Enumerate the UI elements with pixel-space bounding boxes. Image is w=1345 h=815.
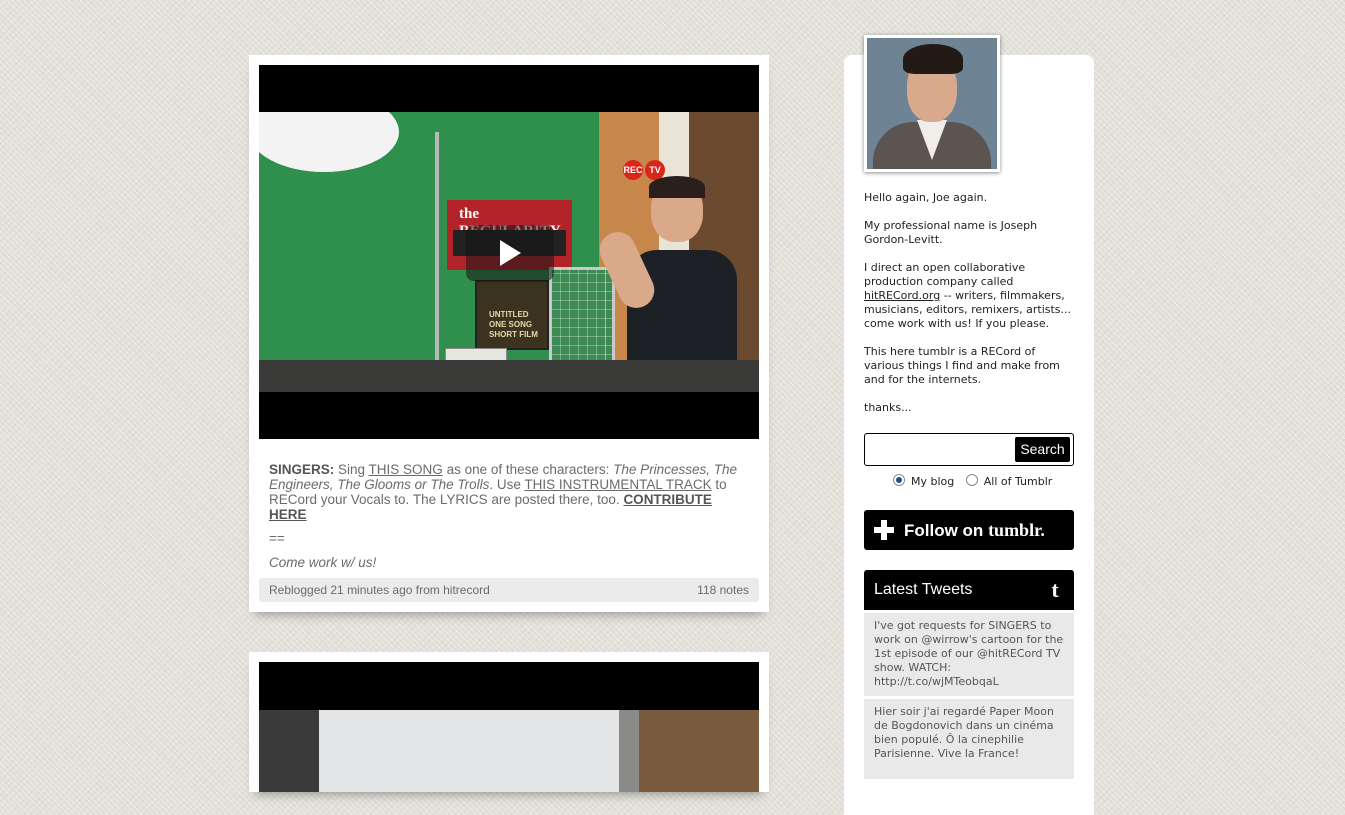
latest-tweets-header: Latest Tweets t: [864, 570, 1074, 610]
tumblr-brand: tumblr.: [988, 520, 1045, 540]
bio-line: thanks...: [864, 401, 912, 414]
bio-line: Hello again, Joe again.: [864, 191, 988, 204]
tweet-text: I've got requests for SINGERS to work on…: [874, 619, 1064, 688]
radio-selected-icon[interactable]: [893, 474, 905, 486]
caption-divider: ==: [269, 531, 285, 546]
caption-text: . Use: [489, 477, 525, 492]
post-card: RECTV the REGULARITY UNTITLED ONE SONG S…: [249, 55, 769, 612]
studio-light: [259, 112, 399, 172]
plus-icon: [874, 520, 894, 540]
avatar-hair: [903, 44, 963, 74]
post-meta: Reblogged 21 minutes ago from hitrecord …: [259, 578, 759, 602]
light-stand: [435, 132, 439, 392]
post-card: [249, 652, 769, 792]
avatar-photo: [867, 38, 997, 169]
bio-line: I direct an open collaborative productio…: [864, 261, 1076, 331]
floor: [259, 360, 759, 392]
bio-line: My professional name is Joseph Gordon-Le…: [864, 219, 1038, 246]
post-caption: SINGERS: Sing THIS SONG as one of these …: [269, 462, 749, 579]
video-player[interactable]: RECTV the REGULARITY UNTITLED ONE SONG S…: [259, 65, 759, 439]
avatar[interactable]: [864, 35, 1000, 172]
caption-paragraph: SINGERS: Sing THIS SONG as one of these …: [269, 462, 749, 522]
latest-tweets-title: Latest Tweets: [874, 581, 973, 598]
radio-my-blog[interactable]: My blog: [893, 474, 955, 488]
bio-text: I direct an open collaborative productio…: [864, 261, 1026, 288]
caption-closing: Come work w/ us!: [269, 555, 749, 570]
tweet-item[interactable]: Hier soir j'ai regardé Paper Moon de Bog…: [864, 699, 1074, 779]
tweet-item[interactable]: I've got requests for SINGERS to work on…: [864, 613, 1074, 696]
radio-label: My blog: [911, 475, 955, 488]
film-poster: UNTITLED ONE SONG SHORT FILM: [475, 280, 549, 350]
caption-text: Sing: [334, 462, 369, 477]
person-hair: [649, 176, 705, 198]
notes-count[interactable]: 118 notes: [697, 578, 749, 602]
radio-all-of-tumblr[interactable]: All of Tumblr: [965, 474, 1053, 488]
search-box: Search: [864, 433, 1074, 466]
hitrecord-link[interactable]: hitRECord.org: [864, 289, 940, 302]
tweet-text: Hier soir j'ai regardé Paper Moon de Bog…: [874, 705, 1054, 760]
follow-text: Follow on: [904, 521, 984, 540]
rec-logo-text: REC: [623, 160, 643, 181]
caption-lead: SINGERS:: [269, 462, 335, 477]
search-scope: My blog All of Tumblr: [893, 474, 1083, 488]
blog-description: Hello again, Joe again. My professional …: [864, 191, 1076, 429]
this-song-link[interactable]: THIS SONG: [369, 462, 443, 477]
search-input[interactable]: [869, 438, 1013, 461]
twitter-icon[interactable]: t: [1044, 577, 1066, 603]
poster-text: UNTITLED ONE SONG SHORT FILM: [489, 310, 538, 339]
caption-text: as one of these characters:: [442, 462, 614, 477]
follow-on-tumblr-button[interactable]: Follow on tumblr.: [864, 510, 1074, 550]
video-thumbnail: [259, 710, 759, 792]
radio-label: All of Tumblr: [983, 475, 1053, 488]
bio-line: This here tumblr is a RECord of various …: [864, 345, 1060, 386]
caption-closing-text: Come work w/ us!: [269, 555, 377, 570]
search-button[interactable]: Search: [1015, 437, 1070, 462]
play-button[interactable]: [466, 225, 554, 281]
play-icon: [500, 240, 521, 266]
reblog-info[interactable]: Reblogged 21 minutes ago from hitrecord: [269, 583, 490, 597]
video-player[interactable]: [259, 662, 759, 792]
instrumental-track-link[interactable]: THIS INSTRUMENTAL TRACK: [524, 477, 711, 492]
radio-unselected-icon[interactable]: [965, 474, 978, 486]
follow-label: Follow on tumblr.: [904, 520, 1045, 541]
